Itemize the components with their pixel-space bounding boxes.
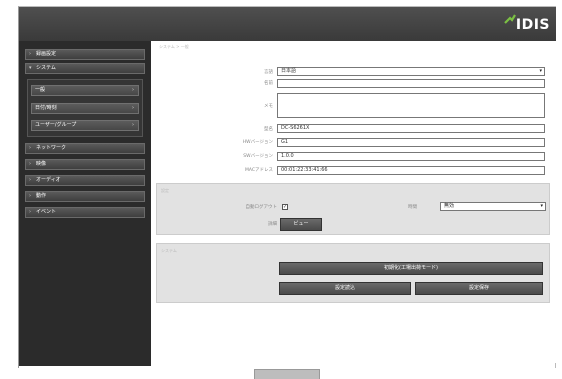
sidebar-subitem-label: 一般 bbox=[35, 87, 46, 93]
sidebar-item-label: イベント bbox=[36, 209, 57, 215]
chevron-right-icon: › bbox=[132, 105, 134, 111]
interval-select[interactable]: 無効 ▾ bbox=[440, 202, 546, 211]
language-value: 日本語 bbox=[281, 68, 297, 74]
sw-version-value: 1.0.0 bbox=[281, 153, 294, 159]
system-panel-label: システム bbox=[161, 248, 177, 253]
sidebar-item-record-setup[interactable]: › 録画設定 bbox=[25, 49, 145, 60]
sidebar: › 録画設定 ▾ システム 一般 › 日付/時刻 › ユーザー/グループ › ›… bbox=[19, 41, 151, 366]
model-value: DC-S6261X bbox=[281, 125, 310, 131]
language-label: 言語 bbox=[264, 70, 273, 75]
model-field: DC-S6261X bbox=[277, 124, 545, 133]
sidebar-subitem-user-group[interactable]: ユーザー/グループ › bbox=[31, 120, 139, 131]
sw-version-field: 1.0.0 bbox=[277, 152, 545, 161]
sidebar-item-label: オーディオ bbox=[36, 177, 61, 183]
breadcrumb: システム > 一般 bbox=[159, 44, 189, 49]
chevron-right-icon: › bbox=[29, 209, 31, 215]
sidebar-item-action[interactable]: › 動作 bbox=[25, 191, 145, 202]
hw-version-label: HWバージョン bbox=[242, 140, 273, 145]
chevron-right-icon: › bbox=[132, 122, 134, 128]
check-icon: ✓ bbox=[283, 204, 288, 210]
sidebar-item-video[interactable]: › 映像 bbox=[25, 159, 145, 170]
load-setup-button[interactable]: 設定読込 bbox=[279, 282, 411, 295]
sw-version-label: SWバージョン bbox=[243, 154, 273, 159]
chevron-right-icon: › bbox=[29, 161, 31, 167]
name-input[interactable] bbox=[277, 79, 545, 88]
interval-value: 無効 bbox=[444, 203, 455, 209]
save-setup-button[interactable]: 設定保存 bbox=[415, 282, 543, 295]
sidebar-item-label: 映像 bbox=[36, 161, 47, 167]
auto-logout-label: 自動ログアウト bbox=[245, 205, 278, 210]
note-textarea[interactable] bbox=[277, 93, 545, 118]
dropdown-arrow-icon: ▾ bbox=[539, 68, 542, 74]
hw-version-value: G1 bbox=[281, 139, 289, 145]
sidebar-subitem-datetime[interactable]: 日付/時刻 › bbox=[31, 103, 139, 114]
sidebar-subitem-label: ユーザー/グループ bbox=[35, 122, 77, 128]
mac-address-field: 00:01:22:33:41:66 bbox=[277, 166, 545, 175]
factory-reset-button[interactable]: 初期化(工場出荷モード) bbox=[279, 262, 543, 275]
chevron-right-icon: › bbox=[29, 145, 31, 151]
sidebar-item-label: システム bbox=[36, 65, 56, 71]
sidebar-item-event[interactable]: › イベント bbox=[25, 207, 145, 218]
mac-address-label: MACアドレス bbox=[244, 168, 273, 173]
hw-version-field: G1 bbox=[277, 138, 545, 147]
bottom-tab-button[interactable] bbox=[254, 369, 320, 379]
chevron-right-icon: › bbox=[29, 193, 31, 199]
setup-panel: 設定 自動ログアウト ✓ 時間 無効 ▾ 詳細 ビュー bbox=[156, 183, 550, 235]
logo-mark-icon bbox=[504, 14, 516, 24]
chevron-down-icon: ▾ bbox=[29, 65, 32, 71]
sidebar-subitem-label: 日付/時刻 bbox=[35, 105, 57, 111]
setup-panel-label: 設定 bbox=[161, 188, 169, 193]
view-button[interactable]: ビュー bbox=[280, 218, 322, 231]
sidebar-item-audio[interactable]: › オーディオ bbox=[25, 175, 145, 186]
sidebar-item-network[interactable]: › ネットワーク bbox=[25, 143, 145, 154]
sidebar-item-system[interactable]: ▾ システム bbox=[25, 63, 145, 74]
system-panel: システム 初期化(工場出荷モード) 設定読込 設定保存 bbox=[156, 243, 550, 303]
sidebar-item-label: 動作 bbox=[36, 193, 47, 199]
top-bar: IDIS bbox=[19, 7, 556, 41]
chevron-right-icon: › bbox=[132, 87, 134, 93]
dropdown-arrow-icon: ▾ bbox=[540, 203, 543, 209]
main-content: システム > 一般 言語 日本語 ▾ 名前 メモ 型名 DC-S6261X HW… bbox=[151, 41, 556, 363]
language-select[interactable]: 日本語 ▾ bbox=[277, 67, 545, 76]
auto-logout-checkbox[interactable]: ✓ bbox=[282, 204, 288, 210]
model-label: 型名 bbox=[264, 127, 273, 132]
logo-text: IDIS bbox=[515, 17, 550, 33]
details-label: 詳細 bbox=[268, 222, 277, 227]
interval-label: 時間 bbox=[408, 205, 417, 210]
note-label: メモ bbox=[264, 104, 273, 109]
idis-logo: IDIS bbox=[504, 14, 550, 33]
sidebar-item-label: 録画設定 bbox=[36, 51, 57, 57]
chevron-right-icon: › bbox=[29, 177, 31, 183]
sidebar-item-label: ネットワーク bbox=[36, 145, 67, 151]
sidebar-subitem-general[interactable]: 一般 › bbox=[31, 85, 139, 96]
mac-address-value: 00:01:22:33:41:66 bbox=[281, 167, 328, 173]
name-label: 名前 bbox=[264, 81, 273, 86]
chevron-right-icon: › bbox=[29, 51, 31, 57]
